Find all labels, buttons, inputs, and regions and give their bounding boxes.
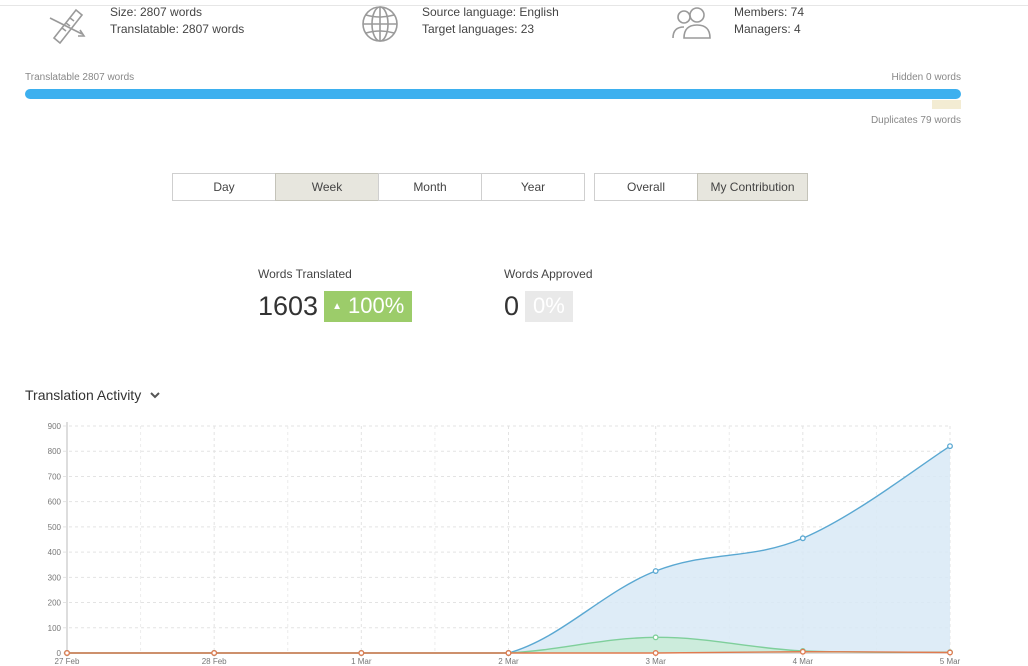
x-tick-label: 2 Mar bbox=[498, 657, 519, 664]
series-1-point bbox=[652, 634, 659, 641]
size-info: Size: 2807 words Translatable: 2807 word… bbox=[46, 4, 244, 44]
series-0-point bbox=[799, 535, 806, 542]
period-selector: Day Week Month Year bbox=[172, 173, 585, 201]
x-tick-label: 27 Feb bbox=[55, 657, 80, 664]
translatable-text: Translatable: 2807 words bbox=[110, 22, 245, 36]
day-button[interactable]: Day bbox=[172, 173, 276, 201]
series-0-area bbox=[67, 446, 950, 653]
words-translated-value: 1603 bbox=[258, 290, 319, 321]
x-tick-label: 4 Mar bbox=[793, 657, 814, 664]
x-tick-label: 28 Feb bbox=[202, 657, 227, 664]
target-languages-text: Target languages: 23 bbox=[422, 22, 535, 36]
members-text: Members: 74 bbox=[734, 5, 805, 19]
overall-button[interactable]: Overall bbox=[594, 173, 698, 201]
y-tick-label: 600 bbox=[48, 498, 62, 507]
series-2-point bbox=[799, 648, 806, 655]
size-text: Size: 2807 words bbox=[110, 5, 203, 19]
ruler-pen-icon bbox=[49, 8, 86, 44]
y-tick-label: 200 bbox=[48, 599, 62, 608]
year-button[interactable]: Year bbox=[481, 173, 585, 201]
y-tick-label: 800 bbox=[48, 447, 62, 456]
translatable-progress-bar bbox=[25, 89, 961, 99]
series-2-point bbox=[358, 650, 365, 656]
x-tick-label: 5 Mar bbox=[940, 657, 961, 664]
chevron-down-icon bbox=[150, 392, 160, 399]
translated-change-badge: ▲ 100% bbox=[324, 290, 413, 322]
x-tick-label: 3 Mar bbox=[645, 657, 666, 664]
translated-change-value: 100% bbox=[347, 293, 405, 318]
y-tick-label: 500 bbox=[48, 523, 62, 532]
series-2-point bbox=[64, 650, 70, 656]
series-2-point bbox=[652, 650, 659, 656]
words-translated-stat: Words Translated 1603 ▲ 100% bbox=[258, 267, 413, 322]
week-button[interactable]: Week bbox=[275, 173, 379, 201]
y-tick-label: 100 bbox=[48, 624, 62, 633]
words-approved-stat: Words Approved 0 0% bbox=[504, 267, 593, 322]
hidden-label: Hidden 0 words bbox=[891, 72, 961, 83]
members-info: Members: 74 Managers: 4 bbox=[670, 4, 804, 44]
month-button[interactable]: Month bbox=[378, 173, 482, 201]
people-icon bbox=[672, 7, 711, 39]
y-tick-label: 700 bbox=[48, 472, 62, 481]
duplicates-label: Duplicates 79 words bbox=[870, 115, 961, 126]
series-0-point bbox=[652, 568, 659, 574]
y-tick-label: 900 bbox=[48, 422, 62, 431]
scope-selector: Overall My Contribution bbox=[594, 173, 808, 201]
translation-activity-title: Translation Activity bbox=[25, 387, 142, 403]
series-2-point bbox=[505, 650, 512, 656]
managers-text: Managers: 4 bbox=[734, 22, 801, 36]
approved-change-badge: 0% bbox=[525, 290, 573, 322]
words-approved-value: 0 bbox=[504, 290, 520, 321]
language-info: Source language: English Target language… bbox=[358, 4, 559, 44]
translation-activity-chart: 010020030040050060070080090027 Feb 28 Feb… bbox=[48, 422, 961, 664]
globe-icon bbox=[362, 6, 398, 42]
triangle-up-icon: ▲ bbox=[332, 300, 342, 312]
duplicates-bar bbox=[932, 100, 961, 109]
y-tick-label: 400 bbox=[48, 548, 62, 557]
y-tick-label: 300 bbox=[48, 573, 62, 582]
series-2-point bbox=[947, 649, 953, 656]
words-approved-label: Words Approved bbox=[504, 267, 593, 281]
my-contribution-button[interactable]: My Contribution bbox=[697, 173, 808, 201]
x-tick-label: 1 Mar bbox=[351, 657, 372, 664]
words-translated-label: Words Translated bbox=[258, 267, 352, 281]
approved-change-value: 0% bbox=[533, 293, 565, 318]
source-language-text: Source language: English bbox=[422, 5, 559, 19]
series-2-point bbox=[211, 650, 218, 656]
translation-activity-toggle[interactable]: Translation Activity bbox=[25, 387, 161, 403]
series-0-point bbox=[947, 443, 953, 450]
translatable-label: Translatable 2807 words bbox=[25, 72, 135, 83]
